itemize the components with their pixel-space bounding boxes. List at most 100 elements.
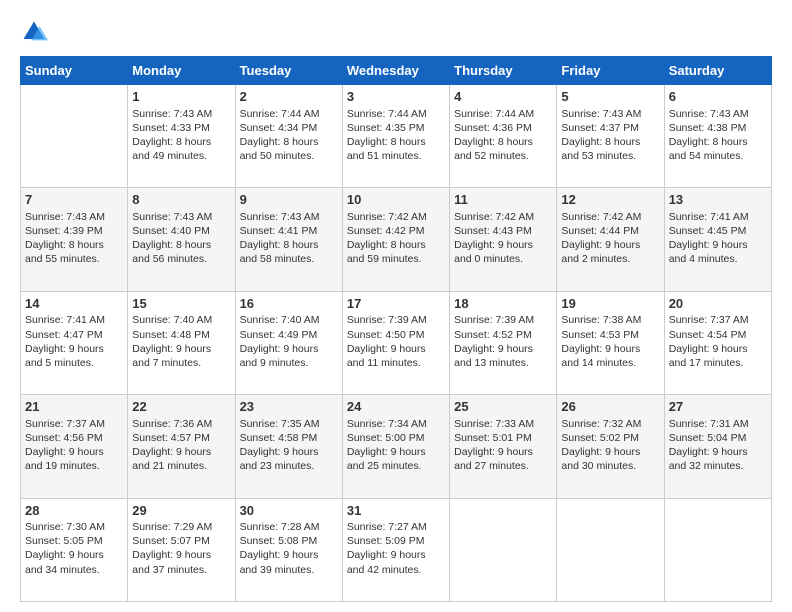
day-number: 25	[454, 398, 552, 416]
day-number: 6	[669, 88, 767, 106]
day-info: Sunrise: 7:38 AMSunset: 4:53 PMDaylight:…	[561, 314, 641, 369]
day-info: Sunrise: 7:40 AMSunset: 4:49 PMDaylight:…	[240, 314, 320, 369]
day-info: Sunrise: 7:41 AMSunset: 4:45 PMDaylight:…	[669, 211, 749, 266]
day-info: Sunrise: 7:43 AMSunset: 4:33 PMDaylight:…	[132, 108, 212, 163]
day-info: Sunrise: 7:29 AMSunset: 5:07 PMDaylight:…	[132, 521, 212, 576]
day-number: 10	[347, 191, 445, 209]
day-number: 31	[347, 502, 445, 520]
calendar-cell: 6Sunrise: 7:43 AMSunset: 4:38 PMDaylight…	[664, 85, 771, 188]
day-number: 9	[240, 191, 338, 209]
week-row-4: 28Sunrise: 7:30 AMSunset: 5:05 PMDayligh…	[21, 498, 772, 601]
calendar-cell: 18Sunrise: 7:39 AMSunset: 4:52 PMDayligh…	[450, 291, 557, 394]
logo	[20, 18, 52, 46]
day-info: Sunrise: 7:27 AMSunset: 5:09 PMDaylight:…	[347, 521, 427, 576]
calendar-cell: 3Sunrise: 7:44 AMSunset: 4:35 PMDaylight…	[342, 85, 449, 188]
day-info: Sunrise: 7:30 AMSunset: 5:05 PMDaylight:…	[25, 521, 105, 576]
weekday-header-sunday: Sunday	[21, 57, 128, 85]
day-number: 4	[454, 88, 552, 106]
day-number: 15	[132, 295, 230, 313]
weekday-header-friday: Friday	[557, 57, 664, 85]
day-number: 29	[132, 502, 230, 520]
day-info: Sunrise: 7:28 AMSunset: 5:08 PMDaylight:…	[240, 521, 320, 576]
logo-icon	[20, 18, 48, 46]
calendar-cell: 2 Sunrise: 7:44 AMSunset: 4:34 PMDaylight…	[235, 85, 342, 188]
day-info: Sunrise: 7:35 AMSunset: 4:58 PMDaylight:…	[240, 418, 320, 473]
day-info: Sunrise: 7:42 AMSunset: 4:43 PMDaylight:…	[454, 211, 534, 266]
day-info: Sunrise: 7:37 AMSunset: 4:56 PMDaylight:…	[25, 418, 105, 473]
calendar-cell: 23Sunrise: 7:35 AMSunset: 4:58 PMDayligh…	[235, 395, 342, 498]
weekday-header-monday: Monday	[128, 57, 235, 85]
calendar-cell: 15Sunrise: 7:40 AMSunset: 4:48 PMDayligh…	[128, 291, 235, 394]
calendar-cell: 16Sunrise: 7:40 AMSunset: 4:49 PMDayligh…	[235, 291, 342, 394]
calendar-cell: 21 Sunrise: 7:37 AMSunset: 4:56 PMDayligh…	[21, 395, 128, 498]
calendar-cell: 9Sunrise: 7:43 AMSunset: 4:41 PMDaylight…	[235, 188, 342, 291]
calendar-cell: 20Sunrise: 7:37 AMSunset: 4:54 PMDayligh…	[664, 291, 771, 394]
day-number: 22	[132, 398, 230, 416]
day-info: Sunrise: 7:42 AMSunset: 4:44 PMDaylight:…	[561, 211, 641, 266]
calendar-cell: 26Sunrise: 7:32 AMSunset: 5:02 PMDayligh…	[557, 395, 664, 498]
calendar-cell: 7 Sunrise: 7:43 AMSunset: 4:39 PMDaylight…	[21, 188, 128, 291]
calendar: SundayMondayTuesdayWednesdayThursdayFrid…	[20, 56, 772, 602]
day-number: 24	[347, 398, 445, 416]
day-info: Sunrise: 7:40 AMSunset: 4:48 PMDaylight:…	[132, 314, 212, 369]
calendar-cell: 12 Sunrise: 7:42 AMSunset: 4:44 PMDayligh…	[557, 188, 664, 291]
day-number: 12	[561, 191, 659, 209]
day-info: Sunrise: 7:43 AMSunset: 4:39 PMDaylight:…	[25, 211, 105, 266]
calendar-cell	[557, 498, 664, 601]
day-number: 1	[132, 88, 230, 106]
page: SundayMondayTuesdayWednesdayThursdayFrid…	[0, 0, 792, 612]
day-number: 21	[25, 398, 123, 416]
calendar-cell: 28Sunrise: 7:30 AMSunset: 5:05 PMDayligh…	[21, 498, 128, 601]
week-row-1: 7 Sunrise: 7:43 AMSunset: 4:39 PMDaylight…	[21, 188, 772, 291]
day-number: 14	[25, 295, 123, 313]
calendar-cell: 8 Sunrise: 7:43 AMSunset: 4:40 PMDaylight…	[128, 188, 235, 291]
day-info: Sunrise: 7:42 AMSunset: 4:42 PMDaylight:…	[347, 211, 427, 266]
day-info: Sunrise: 7:43 AMSunset: 4:40 PMDaylight:…	[132, 211, 212, 266]
day-number: 26	[561, 398, 659, 416]
weekday-header-thursday: Thursday	[450, 57, 557, 85]
weekday-header-tuesday: Tuesday	[235, 57, 342, 85]
calendar-cell: 25Sunrise: 7:33 AMSunset: 5:01 PMDayligh…	[450, 395, 557, 498]
day-number: 16	[240, 295, 338, 313]
day-number: 17	[347, 295, 445, 313]
day-info: Sunrise: 7:37 AMSunset: 4:54 PMDaylight:…	[669, 314, 749, 369]
calendar-cell: 11 Sunrise: 7:42 AMSunset: 4:43 PMDayligh…	[450, 188, 557, 291]
weekday-header-wednesday: Wednesday	[342, 57, 449, 85]
day-number: 11	[454, 191, 552, 209]
day-number: 27	[669, 398, 767, 416]
calendar-cell	[664, 498, 771, 601]
day-info: Sunrise: 7:34 AMSunset: 5:00 PMDaylight:…	[347, 418, 427, 473]
day-info: Sunrise: 7:44 AMSunset: 4:34 PMDaylight:…	[240, 108, 320, 163]
calendar-cell: 1 Sunrise: 7:43 AMSunset: 4:33 PMDaylight…	[128, 85, 235, 188]
calendar-cell: 30Sunrise: 7:28 AMSunset: 5:08 PMDayligh…	[235, 498, 342, 601]
day-number: 18	[454, 295, 552, 313]
calendar-cell: 13 Sunrise: 7:41 AMSunset: 4:45 PMDayligh…	[664, 188, 771, 291]
day-info: Sunrise: 7:31 AMSunset: 5:04 PMDaylight:…	[669, 418, 749, 473]
week-row-0: 1 Sunrise: 7:43 AMSunset: 4:33 PMDaylight…	[21, 85, 772, 188]
day-number: 20	[669, 295, 767, 313]
calendar-cell: 5Sunrise: 7:43 AMSunset: 4:37 PMDaylight…	[557, 85, 664, 188]
day-info: Sunrise: 7:36 AMSunset: 4:57 PMDaylight:…	[132, 418, 212, 473]
calendar-cell	[450, 498, 557, 601]
day-info: Sunrise: 7:44 AMSunset: 4:36 PMDaylight:…	[454, 108, 534, 163]
calendar-cell: 24 Sunrise: 7:34 AMSunset: 5:00 PMDayligh…	[342, 395, 449, 498]
day-number: 30	[240, 502, 338, 520]
calendar-cell: 4 Sunrise: 7:44 AMSunset: 4:36 PMDaylight…	[450, 85, 557, 188]
calendar-cell: 19Sunrise: 7:38 AMSunset: 4:53 PMDayligh…	[557, 291, 664, 394]
day-number: 13	[669, 191, 767, 209]
calendar-cell: 22 Sunrise: 7:36 AMSunset: 4:57 PMDayligh…	[128, 395, 235, 498]
day-number: 8	[132, 191, 230, 209]
weekday-header-saturday: Saturday	[664, 57, 771, 85]
day-info: Sunrise: 7:41 AMSunset: 4:47 PMDaylight:…	[25, 314, 105, 369]
day-number: 2	[240, 88, 338, 106]
day-info: Sunrise: 7:44 AMSunset: 4:35 PMDaylight:…	[347, 108, 427, 163]
week-row-3: 21 Sunrise: 7:37 AMSunset: 4:56 PMDayligh…	[21, 395, 772, 498]
day-number: 7	[25, 191, 123, 209]
calendar-cell: 14Sunrise: 7:41 AMSunset: 4:47 PMDayligh…	[21, 291, 128, 394]
day-info: Sunrise: 7:39 AMSunset: 4:50 PMDaylight:…	[347, 314, 427, 369]
weekday-header-row: SundayMondayTuesdayWednesdayThursdayFrid…	[21, 57, 772, 85]
day-info: Sunrise: 7:39 AMSunset: 4:52 PMDaylight:…	[454, 314, 534, 369]
calendar-cell: 17Sunrise: 7:39 AMSunset: 4:50 PMDayligh…	[342, 291, 449, 394]
calendar-cell: 10 Sunrise: 7:42 AMSunset: 4:42 PMDayligh…	[342, 188, 449, 291]
day-number: 5	[561, 88, 659, 106]
